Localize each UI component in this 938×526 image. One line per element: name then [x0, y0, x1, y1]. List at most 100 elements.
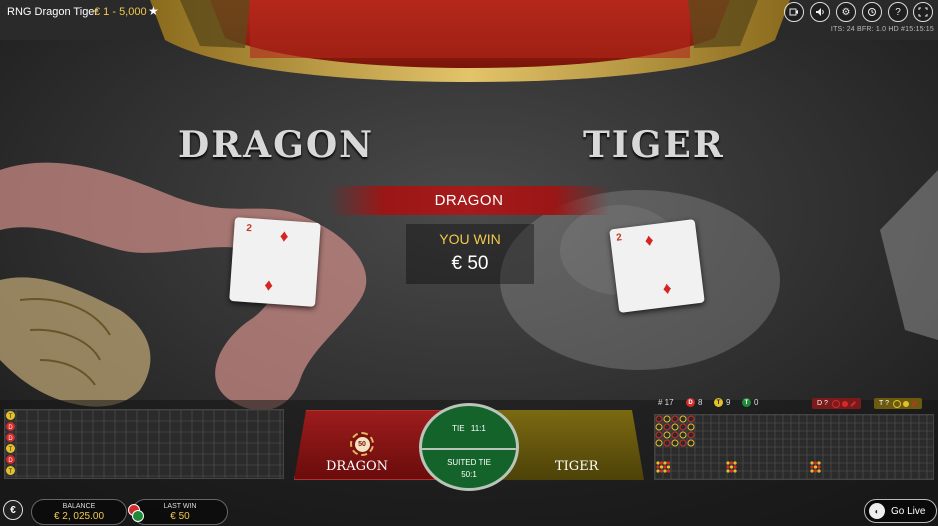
derived-road-dot — [729, 461, 734, 465]
road-marker-label: T — [9, 469, 13, 475]
derived-road-dot — [726, 465, 730, 469]
bet-limits[interactable]: € 1 - 5,000 — [94, 6, 147, 18]
derived-road-dot — [817, 465, 821, 469]
road-ring — [671, 415, 679, 423]
road-ring — [655, 431, 663, 439]
derived-road-dot — [666, 461, 671, 465]
derived-road-dot — [656, 465, 660, 469]
left-roadmap[interactable]: TDDTDT — [4, 409, 284, 479]
derived-road-dot — [729, 469, 734, 473]
derived-road-dot — [659, 469, 664, 473]
derived-road-dot — [726, 461, 730, 465]
derived-road-dot — [733, 461, 737, 465]
road-marker-label: T — [9, 447, 13, 453]
road-ring — [687, 423, 695, 431]
diamond-icon: ♦ — [263, 275, 274, 295]
dragon-heading: DRAGON — [178, 124, 375, 166]
go-live-button[interactable]: ◐ Go Live — [864, 499, 937, 523]
road-ring — [655, 439, 663, 447]
fullscreen-icon[interactable] — [913, 2, 933, 22]
derived-road-dot — [817, 461, 821, 465]
tiger-heading: TIGER — [583, 124, 725, 166]
slash-icon — [850, 400, 856, 407]
predict-dragon-label: D ? — [817, 400, 828, 407]
derived-road-dot — [810, 461, 814, 465]
derived-road-dot — [656, 461, 660, 465]
right-roadmap[interactable] — [654, 414, 934, 480]
balance-value: € 2, 025.00 — [53, 511, 105, 522]
roadmap-grid — [655, 415, 933, 479]
tie-bet-spot[interactable]: TIE 11:1 SUITED TIE 50:1 — [419, 403, 519, 491]
balance-label: BALANCE — [62, 503, 96, 510]
suited-tie-payout: 50:1 — [461, 470, 477, 479]
road-ring — [663, 415, 671, 423]
road-ring — [671, 423, 679, 431]
win-message: YOU WIN — [439, 231, 501, 247]
road-ring — [655, 415, 663, 423]
round-number: # 17 — [658, 398, 674, 407]
tie-count-value: 0 — [754, 398, 759, 407]
ring-icon — [831, 399, 840, 408]
go-live-icon: ◐ — [869, 503, 885, 519]
card-rank: 2 — [245, 222, 253, 235]
volume-icon[interactable] — [810, 2, 830, 22]
road-ring — [671, 431, 679, 439]
derived-road-dot — [663, 469, 667, 473]
tiger-bet-label: TIGER — [555, 459, 599, 474]
predict-tiger-button[interactable]: T ? — [874, 398, 922, 409]
road-marker-label: D — [8, 458, 13, 464]
slash-icon — [911, 400, 917, 407]
derived-road-dot — [813, 465, 818, 469]
suited-tie-label: SUITED TIE — [447, 458, 491, 467]
road-ring — [663, 439, 671, 447]
tiger-count-value: 9 — [726, 398, 731, 407]
video-icon[interactable] — [784, 2, 804, 22]
road-marker-label: D — [8, 436, 13, 442]
card-rank: 2 — [615, 232, 623, 244]
road-ring — [687, 439, 695, 447]
dragon-count: D 8 — [686, 398, 702, 407]
road-ring — [679, 415, 687, 423]
balance-display: BALANCE € 2, 025.00 — [31, 499, 127, 525]
derived-road-dot — [733, 465, 737, 469]
bottom-bar: € BALANCE € 2, 025.00 LAST WIN € 50 — [0, 494, 938, 526]
derived-road-dot — [729, 465, 734, 469]
last-win-value: € 50 — [170, 511, 190, 522]
chip-selector-button[interactable]: € — [3, 500, 23, 520]
road-ring — [655, 423, 663, 431]
history-icon[interactable] — [862, 2, 882, 22]
roadmap-grid: TDDTDT — [5, 410, 283, 478]
placed-chip: 50 — [350, 432, 374, 456]
road-ring — [663, 423, 671, 431]
road-ring — [687, 415, 695, 423]
tie-divider — [422, 448, 516, 450]
tie-payout: 11:1 — [470, 424, 486, 433]
diamond-icon: ♦ — [279, 226, 290, 246]
win-amount: € 50 — [451, 253, 489, 274]
road-marker-label: D — [8, 425, 13, 431]
tie-count: T 0 — [742, 398, 758, 407]
round-count: # 17 — [658, 398, 674, 407]
star-icon[interactable]: ★ — [148, 4, 159, 18]
derived-road-dot — [813, 461, 818, 465]
derived-road-dot — [813, 469, 818, 473]
derived-road-dot — [666, 465, 671, 469]
currency-icon: € — [10, 504, 16, 516]
diamond-icon: ♦ — [661, 278, 673, 299]
road-ring — [687, 431, 695, 439]
derived-road-dot — [663, 465, 667, 469]
predict-dragon-button[interactable]: D ? — [812, 398, 861, 409]
winner-label: DRAGON — [434, 192, 504, 209]
tie-dot-icon: T — [742, 398, 751, 407]
dot-icon — [841, 400, 848, 407]
winner-banner: DRAGON — [328, 186, 610, 215]
derived-road-dot — [659, 461, 664, 465]
road-ring — [663, 431, 671, 439]
help-icon[interactable]: ? — [888, 2, 908, 22]
stats-row: # 17 D 8 T 9 T 0 D ? T ? — [656, 398, 936, 410]
derived-road-dot — [663, 461, 667, 465]
last-win-label: LAST WIN — [163, 503, 197, 510]
road-ring — [679, 423, 687, 431]
settings-icon[interactable]: ⚙ — [836, 2, 856, 22]
derived-road-dot — [817, 469, 821, 473]
